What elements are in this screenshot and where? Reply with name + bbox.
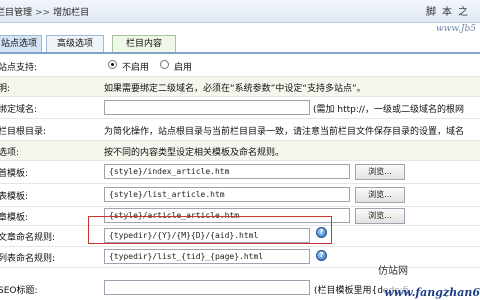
- tab-column-content[interactable]: 栏目内容: [112, 35, 176, 53]
- list-rule-input[interactable]: {typedir}/list_{tid}_{page}.html: [104, 249, 310, 264]
- top-bar: 栏目管理 >> 增加栏目 脚本之: [0, 0, 480, 23]
- breadcrumb-parent-link[interactable]: 栏目管理: [0, 8, 32, 18]
- row-note: 明: 如果需要绑定二级域名，必须在“系统参数”中设定“支持多站点”。: [0, 77, 480, 97]
- domain-label: 绑定域名:: [0, 105, 38, 115]
- radio-enable-label: 启用: [174, 63, 193, 73]
- article-template-label: 章模板:: [0, 213, 29, 223]
- row-index-template: 首模板: {style}/index_article.htm 浏览...: [0, 161, 480, 184]
- radio-disable-label: 不启用: [122, 63, 150, 73]
- multisite-label: 站点支持:: [0, 63, 38, 73]
- index-template-input[interactable]: {style}/index_article.htm: [104, 164, 350, 179]
- breadcrumb-separator: >>: [35, 8, 51, 18]
- list-template-label: 表模板:: [0, 192, 29, 202]
- breadcrumb-current: 增加栏目: [53, 8, 90, 18]
- template-section-text: 按不同的内容类型设定相关模板及命名规则。: [104, 148, 285, 158]
- index-template-label: 首模板:: [0, 169, 29, 179]
- domain-input[interactable]: [104, 100, 310, 115]
- watermark-url: www.Jb5: [436, 24, 476, 34]
- tab-advanced-options[interactable]: 高级选项: [46, 35, 104, 53]
- rootdir-text: 为简化操作，站点根目录与当前栏目目录一致，请注意当前栏目文件保存目录的设置，域名: [104, 127, 465, 137]
- highlight-box: [88, 216, 332, 244]
- article-template-browse-button[interactable]: 浏览...: [355, 208, 405, 224]
- tab-underline: [0, 52, 480, 54]
- list-rule-help-icon[interactable]: ?: [316, 250, 327, 261]
- list-template-browse-button[interactable]: 浏览...: [355, 187, 405, 203]
- seo-title-input[interactable]: [104, 280, 310, 295]
- seo-title-label: SEO标题:: [0, 286, 38, 296]
- radio-enable[interactable]: [160, 60, 169, 69]
- row-domain: 绑定域名: (需加 http://，一级或二级域名的根网: [0, 97, 480, 119]
- row-list-rule: 列表命名规则: {typedir}/list_{tid}_{page}.html…: [0, 247, 480, 268]
- note-text: 如果需要绑定二级域名，必须在“系统参数”中设定“支持多站点”。: [104, 84, 366, 94]
- row-list-template: 表模板: {style}/list_article.htm 浏览...: [0, 184, 480, 207]
- breadcrumb: 栏目管理 >> 增加栏目: [0, 5, 89, 18]
- row-rootdir: 栏目根目录: 为简化操作，站点根目录与当前栏目目录一致，请注意当前栏目文件保存目…: [0, 119, 480, 141]
- template-section-label: 选项:: [0, 148, 20, 158]
- list-template-input[interactable]: {style}/list_article.htm: [104, 187, 350, 202]
- radio-disable[interactable]: [108, 60, 117, 69]
- rootdir-label: 栏目根目录:: [0, 127, 47, 137]
- domain-hint: (需加 http://，一级或二级域名的根网: [313, 105, 464, 115]
- tab-site-options[interactable]: 站点选项: [0, 35, 42, 53]
- note-label: 明:: [0, 84, 11, 94]
- row-template-section: 选项: 按不同的内容类型设定相关模板及命名规则。: [0, 141, 480, 161]
- row-multisite: 站点支持: 不启用 启用: [0, 55, 480, 77]
- index-template-browse-button[interactable]: 浏览...: [355, 164, 405, 180]
- article-rule-label: 文章命名规则:: [0, 233, 56, 243]
- watermark-top: 脚本之: [426, 7, 474, 18]
- list-rule-label: 列表命名规则:: [0, 254, 56, 264]
- watermark-bottom: www.fangzhan6: [384, 286, 480, 299]
- watermark-logo: 仿站网: [378, 266, 408, 277]
